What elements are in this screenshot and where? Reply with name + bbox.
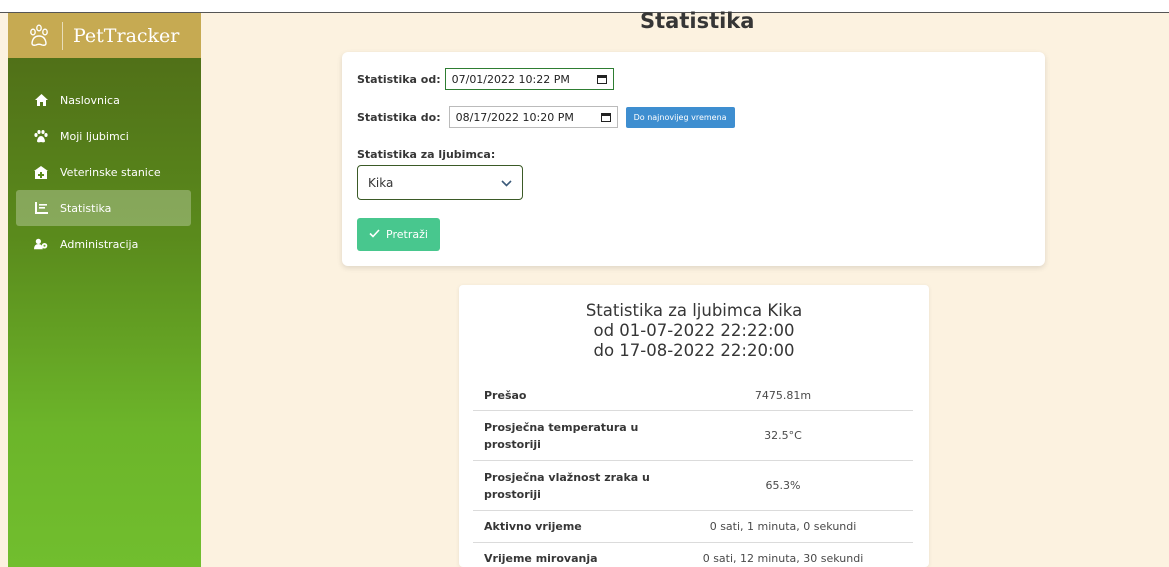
sidebar-item-administracija[interactable]: Administracija (16, 226, 191, 262)
page-title: Statistika (640, 9, 755, 33)
stat-key: Vrijeme mirovanja (484, 551, 598, 565)
pet-label-row: Statistika za ljubimca: (357, 148, 499, 161)
chart-icon (34, 201, 48, 215)
stat-value: 65.3% (765, 479, 801, 492)
users-icon (34, 237, 48, 251)
stat-value: 7475.81m (754, 389, 812, 402)
to-datetime-input[interactable]: 08/17/2022 10:20 PM (448, 106, 618, 128)
calendar-icon[interactable] (596, 74, 607, 84)
table-row: Vrijeme mirovanja 0 sati, 12 minuta, 30 … (473, 543, 913, 567)
search-button[interactable]: Pretraži (357, 218, 440, 251)
table-row: Prosječna temperatura u prostoriji 32.5°… (473, 411, 913, 461)
stat-key: Prosječna temperatura u prostoriji (484, 420, 639, 451)
from-row: Statistika od: 07/01/2022 10:22 PM (357, 68, 614, 90)
calendar-icon[interactable] (600, 112, 611, 122)
stats-title: Statistika za ljubimca Kika od 01-07-202… (459, 301, 929, 361)
from-datetime-input[interactable]: 07/01/2022 10:22 PM (444, 68, 614, 90)
sidebar-menu: Naslovnica Moji ljubimci Veterinske stan… (8, 82, 201, 262)
paw-logo-icon (28, 24, 50, 48)
sidebar-item-naslovnica[interactable]: Naslovnica (16, 82, 191, 118)
sidebar-item-veterinske-stanice[interactable]: Veterinske stanice (16, 154, 191, 190)
pet-select[interactable]: Kika (357, 165, 523, 200)
stats-title-line: od 01-07-2022 22:22:00 (593, 321, 795, 340)
pet-select-value: Kika (368, 175, 394, 190)
sidebar: PetTracker Naslovnica Moji ljubimci Vete (8, 13, 201, 567)
table-row: Prešao 7475.81m (473, 381, 913, 411)
to-datetime-value: 08/17/2022 10:20 PM (455, 110, 574, 124)
table-row: Prosječna vlažnost zraka u prostoriji 65… (473, 461, 913, 511)
search-card: Statistika od: 07/01/2022 10:22 PM Stati… (342, 52, 1045, 266)
latest-time-button[interactable]: Do najnovijeg vremena (625, 106, 735, 128)
search-button-label: Pretraži (386, 228, 428, 241)
stats-title-line: do 17-08-2022 22:20:00 (593, 341, 795, 360)
to-row: Statistika do: 08/17/2022 10:20 PM Do na… (357, 106, 735, 128)
brand-bar[interactable]: PetTracker (8, 13, 201, 58)
sidebar-item-label: Statistika (60, 201, 112, 215)
brand-name: PetTracker (73, 24, 180, 47)
stats-card: Statistika za ljubimca Kika od 01-07-202… (459, 285, 929, 567)
from-label: Statistika od: (357, 72, 441, 86)
brand-separator (62, 21, 63, 50)
stat-value: 32.5°C (764, 429, 802, 442)
sidebar-item-label: Administracija (60, 237, 139, 251)
check-icon (369, 228, 380, 241)
sidebar-item-label: Naslovnica (60, 93, 120, 107)
chevron-down-icon (501, 176, 512, 190)
stat-key: Prosječna vlažnost zraka u prostoriji (484, 470, 650, 501)
top-strip (0, 0, 1169, 12)
stats-title-line: Statistika za ljubimca Kika (585, 301, 803, 320)
stats-table: Prešao 7475.81m Prosječna temperatura u … (473, 381, 913, 567)
table-row: Aktivno vrijeme 0 sati, 1 minuta, 0 seku… (473, 511, 913, 543)
stat-value: 0 sati, 12 minuta, 30 sekundi (702, 551, 864, 565)
sidebar-item-statistika[interactable]: Statistika (16, 190, 191, 226)
from-datetime-value: 07/01/2022 10:22 PM (451, 72, 570, 86)
stat-value: 0 sati, 1 minuta, 0 sekundi (709, 520, 857, 533)
home-icon (34, 93, 48, 107)
sidebar-item-label: Moji ljubimci (60, 129, 129, 143)
pet-label: Statistika za ljubimca: (357, 148, 496, 161)
sidebar-item-moji-ljubimci[interactable]: Moji ljubimci (16, 118, 191, 154)
stat-key: Prešao (484, 389, 527, 402)
paw-icon (34, 129, 48, 143)
sidebar-item-label: Veterinske stanice (60, 165, 161, 179)
to-label: Statistika do: (357, 110, 441, 124)
clinic-icon (34, 165, 48, 179)
stat-key: Aktivno vrijeme (484, 520, 582, 533)
